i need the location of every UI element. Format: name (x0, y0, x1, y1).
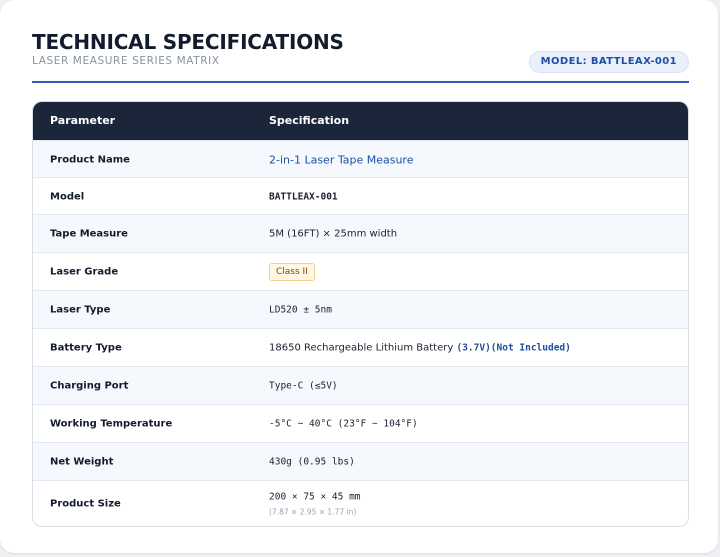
page-subtitle: LASER MEASURE SERIES MATRIX (32, 55, 220, 67)
spec-value-charging-port: Type-C (≤5V) (269, 380, 338, 392)
spec-value-model: BATTLEAX-001 (269, 191, 338, 202)
spec-table: Parameter Specification Product Name 2-i… (32, 101, 689, 527)
table-header: Parameter Specification (33, 102, 688, 140)
param-label: Product Size (50, 498, 121, 510)
table-row-net-weight: Net Weight 430g (0.95 lbs) (33, 442, 688, 481)
table-row-laser-type: Laser Type LD520 ± 5nm (33, 290, 688, 329)
spec-value-product-name: 2-in-1 Laser Tape Measure (269, 153, 414, 166)
param-label: Charging Port (50, 380, 129, 392)
page-title: TECHNICAL SPECIFICATIONS (32, 30, 344, 54)
model-badge: MODEL: BATTLEAX-001 (528, 51, 689, 73)
param-label: Net Weight (50, 456, 114, 468)
spec-value-tape-measure: 5M (16FT) × 25mm width (269, 228, 398, 240)
table-row-laser-grade: Laser Grade Class II (33, 252, 688, 291)
param-label: Working Temperature (50, 418, 173, 430)
header-divider (32, 81, 689, 83)
table-row-tape-measure: Tape Measure 5M (16FT) × 25mm width (33, 214, 688, 253)
param-label: Laser Grade (50, 266, 119, 278)
param-label: Model (50, 191, 85, 202)
spec-value-net-weight: 430g (0.95 lbs) (269, 456, 355, 468)
laser-class-badge: Class II (269, 263, 315, 281)
param-label: Battery Type (50, 342, 122, 354)
spec-value-working-temperature: -5°C ~ 40°C (23°F ~ 104°F) (269, 418, 418, 430)
column-header-parameter: Parameter (50, 114, 116, 127)
table-row-product-size: Product Size 200 × 75 × 45 mm (7.87 × 2.… (33, 480, 688, 526)
page-header: TECHNICAL SPECIFICATIONS LASER MEASURE S… (32, 30, 689, 83)
param-label: Laser Type (50, 304, 111, 316)
column-header-specification: Specification (269, 114, 350, 127)
table-row-working-temperature: Working Temperature -5°C ~ 40°C (23°F ~ … (33, 404, 688, 443)
spec-value-laser-grade: Class II (269, 263, 315, 281)
param-label: Tape Measure (50, 228, 128, 240)
spec-value-battery-type: 18650 Rechargeable Lithium Battery (3.7V… (269, 343, 571, 354)
table-row-charging-port: Charging Port Type-C (≤5V) (33, 366, 688, 405)
table-row-model: Model BATTLEAX-001 (33, 177, 688, 215)
product-size-metric: 200 × 75 × 45 mm (269, 491, 361, 503)
table-row-battery-type: Battery Type 18650 Rechargeable Lithium … (33, 328, 688, 367)
spec-value-product-size: 200 × 75 × 45 mm (7.87 × 2.95 × 1.77 in) (269, 492, 361, 517)
product-size-imperial: (7.87 × 2.95 × 1.77 in) (269, 507, 357, 517)
spec-card: TECHNICAL SPECIFICATIONS LASER MEASURE S… (0, 0, 718, 553)
table-row-product-name: Product Name 2-in-1 Laser Tape Measure (33, 140, 688, 178)
spec-value-laser-type: LD520 ± 5nm (269, 304, 332, 316)
battery-spec-note: (3.7V)(Not Included) (456, 342, 571, 354)
param-label: Product Name (50, 154, 130, 165)
battery-spec-text: 18650 Rechargeable Lithium Battery (269, 342, 454, 354)
